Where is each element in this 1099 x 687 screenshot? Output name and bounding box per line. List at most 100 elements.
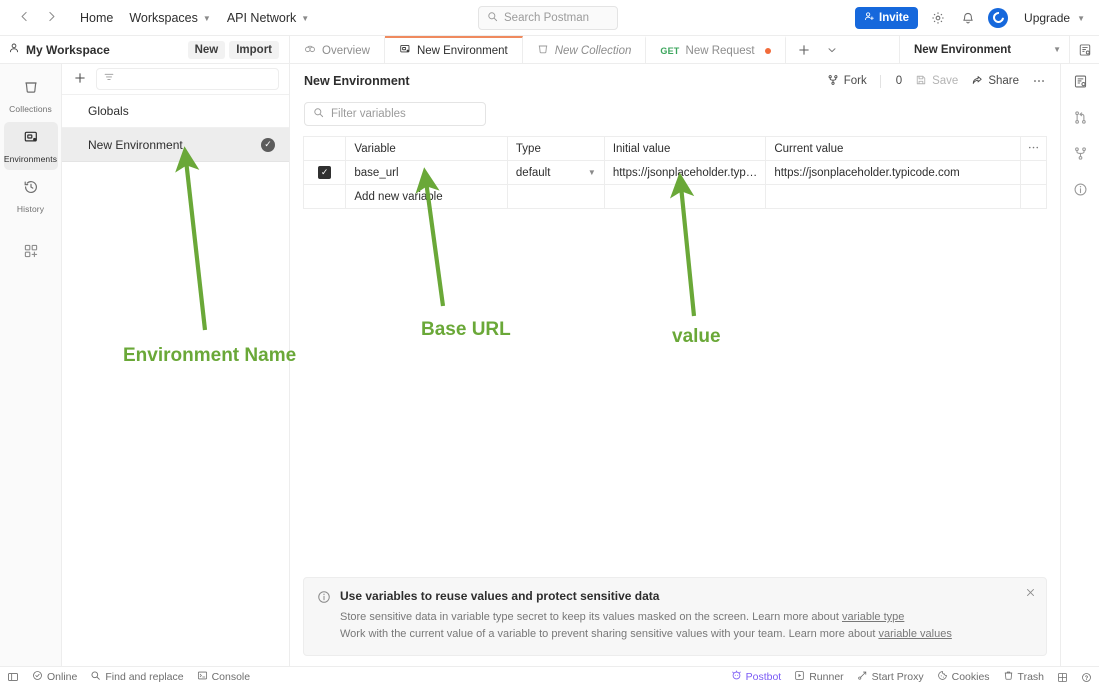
tab-overflow-chevron-down-icon[interactable] — [818, 36, 846, 63]
fork-button[interactable]: Fork — [827, 74, 867, 89]
table-row[interactable]: ✓ base_url default ▼ https://jsonplaceho — [304, 161, 1047, 185]
info-banner: Use variables to reuse values and protec… — [303, 577, 1047, 656]
more-horizontal-icon[interactable] — [1032, 74, 1046, 88]
postbot-button[interactable]: Postbot — [731, 670, 782, 684]
environment-selector[interactable]: New Environment ▼ — [899, 36, 1069, 63]
add-new-variable-input[interactable]: Add new variable — [346, 185, 508, 209]
runner-button[interactable]: Runner — [794, 670, 843, 684]
new-row-type-cell[interactable] — [507, 185, 604, 209]
check-circle-icon[interactable]: ✓ — [261, 138, 275, 152]
list-item-label: Globals — [88, 104, 129, 118]
sidebar-toggle-icon[interactable] — [7, 671, 19, 683]
save-button[interactable]: Save — [915, 74, 958, 89]
new-tab-button[interactable] — [790, 36, 818, 63]
column-header-initial-value: Initial value — [604, 137, 766, 161]
filter-variables-input[interactable]: Filter variables — [304, 102, 486, 126]
tab-new-collection[interactable]: New Collection — [523, 36, 647, 63]
nav-workspaces[interactable]: Workspaces ▼ — [121, 7, 218, 29]
avatar[interactable] — [988, 8, 1008, 28]
variable-type-link[interactable]: variable type — [842, 611, 904, 623]
variable-values-link[interactable]: variable values — [878, 628, 951, 640]
find-and-replace-button[interactable]: Find and replace — [90, 670, 183, 684]
arrow-right-icon[interactable] — [45, 10, 58, 25]
environment-quick-look-icon[interactable] — [1069, 36, 1099, 63]
sidebar-item-history-label: History — [17, 204, 44, 214]
environments-filter-input[interactable] — [96, 68, 279, 90]
console-button[interactable]: Console — [197, 670, 251, 684]
left-icon-rail: Collections Environments History — [0, 64, 62, 666]
trash-icon — [1003, 670, 1014, 684]
import-button[interactable]: Import — [229, 41, 279, 59]
sidebar-item-history[interactable]: History — [4, 172, 58, 220]
variables-table: Variable Type Initial value Current valu… — [303, 136, 1047, 209]
share-button[interactable]: Share — [971, 74, 1019, 89]
search-icon — [313, 105, 324, 123]
help-circle-icon[interactable] — [1081, 672, 1092, 683]
initial-value-text: https://jsonplaceholder.typicode... — [613, 167, 758, 179]
request-method-label: GET — [660, 46, 679, 56]
arrow-left-icon[interactable] — [18, 10, 31, 25]
type-value: default — [516, 167, 551, 179]
tab-overview[interactable]: Overview — [290, 36, 385, 63]
start-proxy-button[interactable]: Start Proxy — [857, 670, 924, 684]
invite-button[interactable]: Invite — [855, 7, 918, 29]
status-bar: Online Find and replace Console Postbot — [0, 666, 1099, 687]
cell-variable[interactable]: base_url — [346, 161, 508, 185]
type-select[interactable]: default ▼ — [516, 161, 596, 184]
trash-button[interactable]: Trash — [1003, 670, 1044, 684]
chevron-down-icon: ▼ — [588, 168, 596, 177]
row-options-cell[interactable] — [1020, 161, 1046, 185]
tab-new-request[interactable]: GET New Request — [646, 36, 785, 63]
cell-type[interactable]: default ▼ — [507, 161, 604, 185]
environments-icon — [23, 129, 39, 150]
chevron-down-icon: ▼ — [203, 14, 211, 23]
sidebar-item-add-module[interactable] — [4, 236, 58, 270]
info-banner-title: Use variables to reuse values and protec… — [340, 589, 1033, 603]
bell-icon[interactable] — [958, 8, 978, 28]
collection-icon — [537, 43, 549, 58]
tab-bar-actions — [786, 36, 850, 63]
cell-initial-value[interactable]: https://jsonplaceholder.typicode... — [604, 161, 766, 185]
cell-current-value[interactable]: https://jsonplaceholder.typicode.com — [766, 161, 1020, 185]
gear-icon[interactable] — [928, 8, 948, 28]
console-icon — [197, 670, 208, 684]
chevron-down-icon: ▼ — [301, 14, 309, 23]
tab-new-environment[interactable]: New Environment — [385, 36, 523, 63]
column-header-select — [304, 137, 346, 161]
new-row-current-cell[interactable] — [766, 185, 1020, 209]
new-row-initial-cell[interactable] — [604, 185, 766, 209]
status-online[interactable]: Online — [32, 670, 77, 684]
layout-icon[interactable] — [1057, 672, 1068, 683]
current-value-text: https://jsonplaceholder.typicode.com — [774, 167, 1011, 179]
fork-icon[interactable] — [1069, 142, 1091, 164]
create-environment-button[interactable] — [72, 71, 88, 88]
list-item-globals[interactable]: Globals — [62, 94, 289, 128]
upgrade-button[interactable]: Upgrade ▼ — [1018, 11, 1085, 25]
sidebar-item-environments[interactable]: Environments — [4, 122, 58, 170]
variables-table-body: ✓ base_url default ▼ https://jsonplaceho — [304, 161, 1047, 209]
tab-overview-label: Overview — [322, 45, 370, 57]
list-item-new-environment[interactable]: New Environment ✓ — [62, 128, 289, 162]
column-header-options[interactable] — [1020, 137, 1046, 161]
runner-label: Runner — [809, 671, 843, 683]
status-bar-right: Postbot Runner Start Proxy Cookies — [731, 670, 1092, 684]
search-input[interactable]: Search Postman — [478, 6, 618, 30]
cookies-button[interactable]: Cookies — [937, 670, 990, 684]
row-checkbox-cell[interactable]: ✓ — [304, 161, 346, 185]
info-circle-icon[interactable] — [1069, 178, 1091, 200]
nav-home[interactable]: Home — [72, 7, 121, 29]
close-icon[interactable] — [1025, 587, 1036, 601]
table-row-new[interactable]: Add new variable — [304, 185, 1047, 209]
variables-filter-row: Filter variables — [290, 98, 1060, 136]
nav-home-label: Home — [80, 11, 113, 25]
sidebar-item-collections[interactable]: Collections — [4, 72, 58, 120]
pull-request-icon[interactable] — [1069, 106, 1091, 128]
environment-quick-look-icon[interactable] — [1069, 70, 1091, 92]
sidebar-item-environments-label: Environments — [4, 154, 57, 164]
new-button[interactable]: New — [188, 41, 226, 59]
row-checkbox[interactable]: ✓ — [318, 166, 331, 179]
page-title: New Environment — [304, 74, 410, 88]
save-label: Save — [932, 75, 958, 87]
runner-icon — [794, 670, 805, 684]
nav-api-network[interactable]: API Network ▼ — [219, 7, 317, 29]
